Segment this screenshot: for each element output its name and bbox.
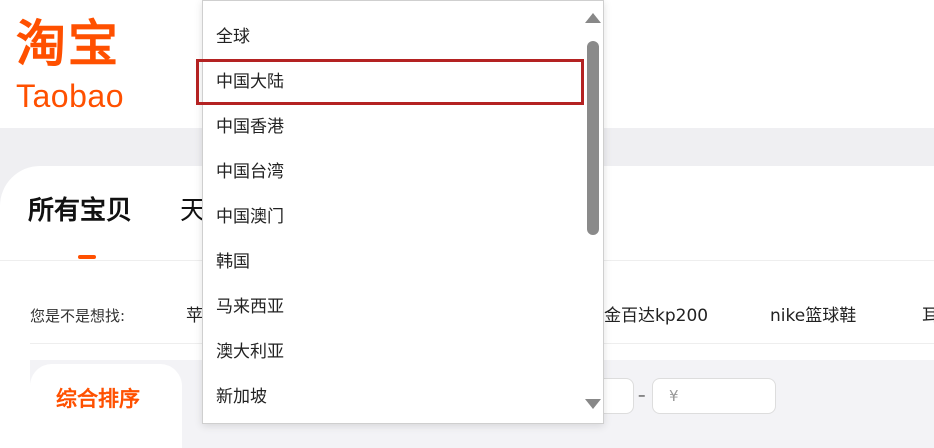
suggestion-link[interactable]: 金百达kp200 [604, 305, 708, 327]
sort-tab-label: 综合排序 [56, 387, 140, 411]
scrollbar-thumb[interactable] [587, 41, 599, 235]
selected-option-highlight [196, 59, 584, 105]
region-option-global[interactable]: 全球 [216, 15, 250, 59]
suggestion-link[interactable]: nike篮球鞋 [770, 305, 856, 327]
scroll-up-arrow-icon[interactable] [585, 13, 601, 23]
region-option-malaysia[interactable]: 马来西亚 [216, 285, 284, 329]
region-option-korea[interactable]: 韩国 [216, 240, 250, 284]
price-max-input[interactable]: ¥ [652, 378, 776, 414]
region-option-macau[interactable]: 中国澳门 [216, 195, 284, 239]
suggestion-link[interactable]: 苹 [186, 305, 203, 327]
logo-chinese-text: 淘宝 [16, 15, 120, 73]
active-tab-indicator [78, 255, 96, 259]
region-option-taiwan[interactable]: 中国台湾 [216, 150, 284, 194]
logo-english-text: Taobao [16, 78, 124, 114]
tab-all-items[interactable]: 所有宝贝 [28, 195, 132, 227]
price-range-dash: – [638, 386, 646, 404]
scroll-down-arrow-icon[interactable] [585, 399, 601, 409]
suggestion-link[interactable]: 耳 [922, 305, 934, 327]
dropdown-scrollbar[interactable] [583, 7, 603, 419]
taobao-logo[interactable]: 淘宝 Taobao [14, 14, 164, 114]
suggestion-label: 您是不是想找: [30, 307, 126, 325]
region-option-australia[interactable]: 澳大利亚 [216, 330, 284, 374]
region-dropdown[interactable]: 全球 中国大陆 中国香港 中国台湾 中国澳门 韩国 马来西亚 澳大利亚 新加坡 [196, 0, 604, 424]
region-option-hong-kong[interactable]: 中国香港 [216, 105, 284, 149]
region-option-singapore[interactable]: 新加坡 [216, 375, 267, 419]
